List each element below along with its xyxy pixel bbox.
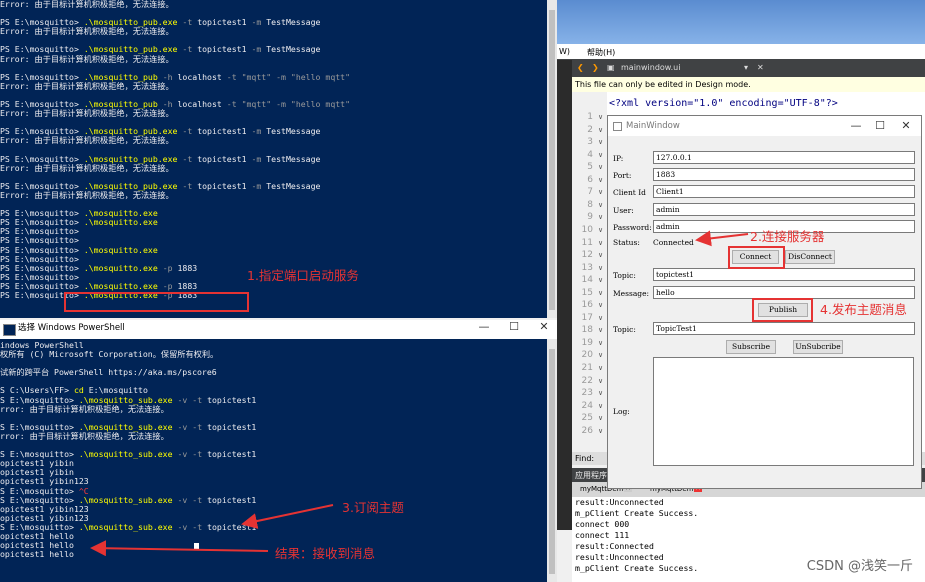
annotation-connect-server: 2.连接服务器 [750, 229, 825, 244]
arrow-subscribe [241, 504, 334, 529]
annotation-result: 结果：接收到消息 [275, 546, 376, 561]
arrow-connect [695, 230, 749, 247]
arrow-result [90, 540, 269, 557]
annotation-subscribe-topic: 3.订阅主题 [342, 500, 404, 515]
annotation-arrows [90, 230, 749, 557]
watermark: CSDN @浅笑一斤 [806, 559, 913, 574]
annotation-publish-message: 4.发布主题消息 [820, 302, 907, 317]
annotation-start-service: 1.指定端口启动服务 [247, 268, 359, 283]
